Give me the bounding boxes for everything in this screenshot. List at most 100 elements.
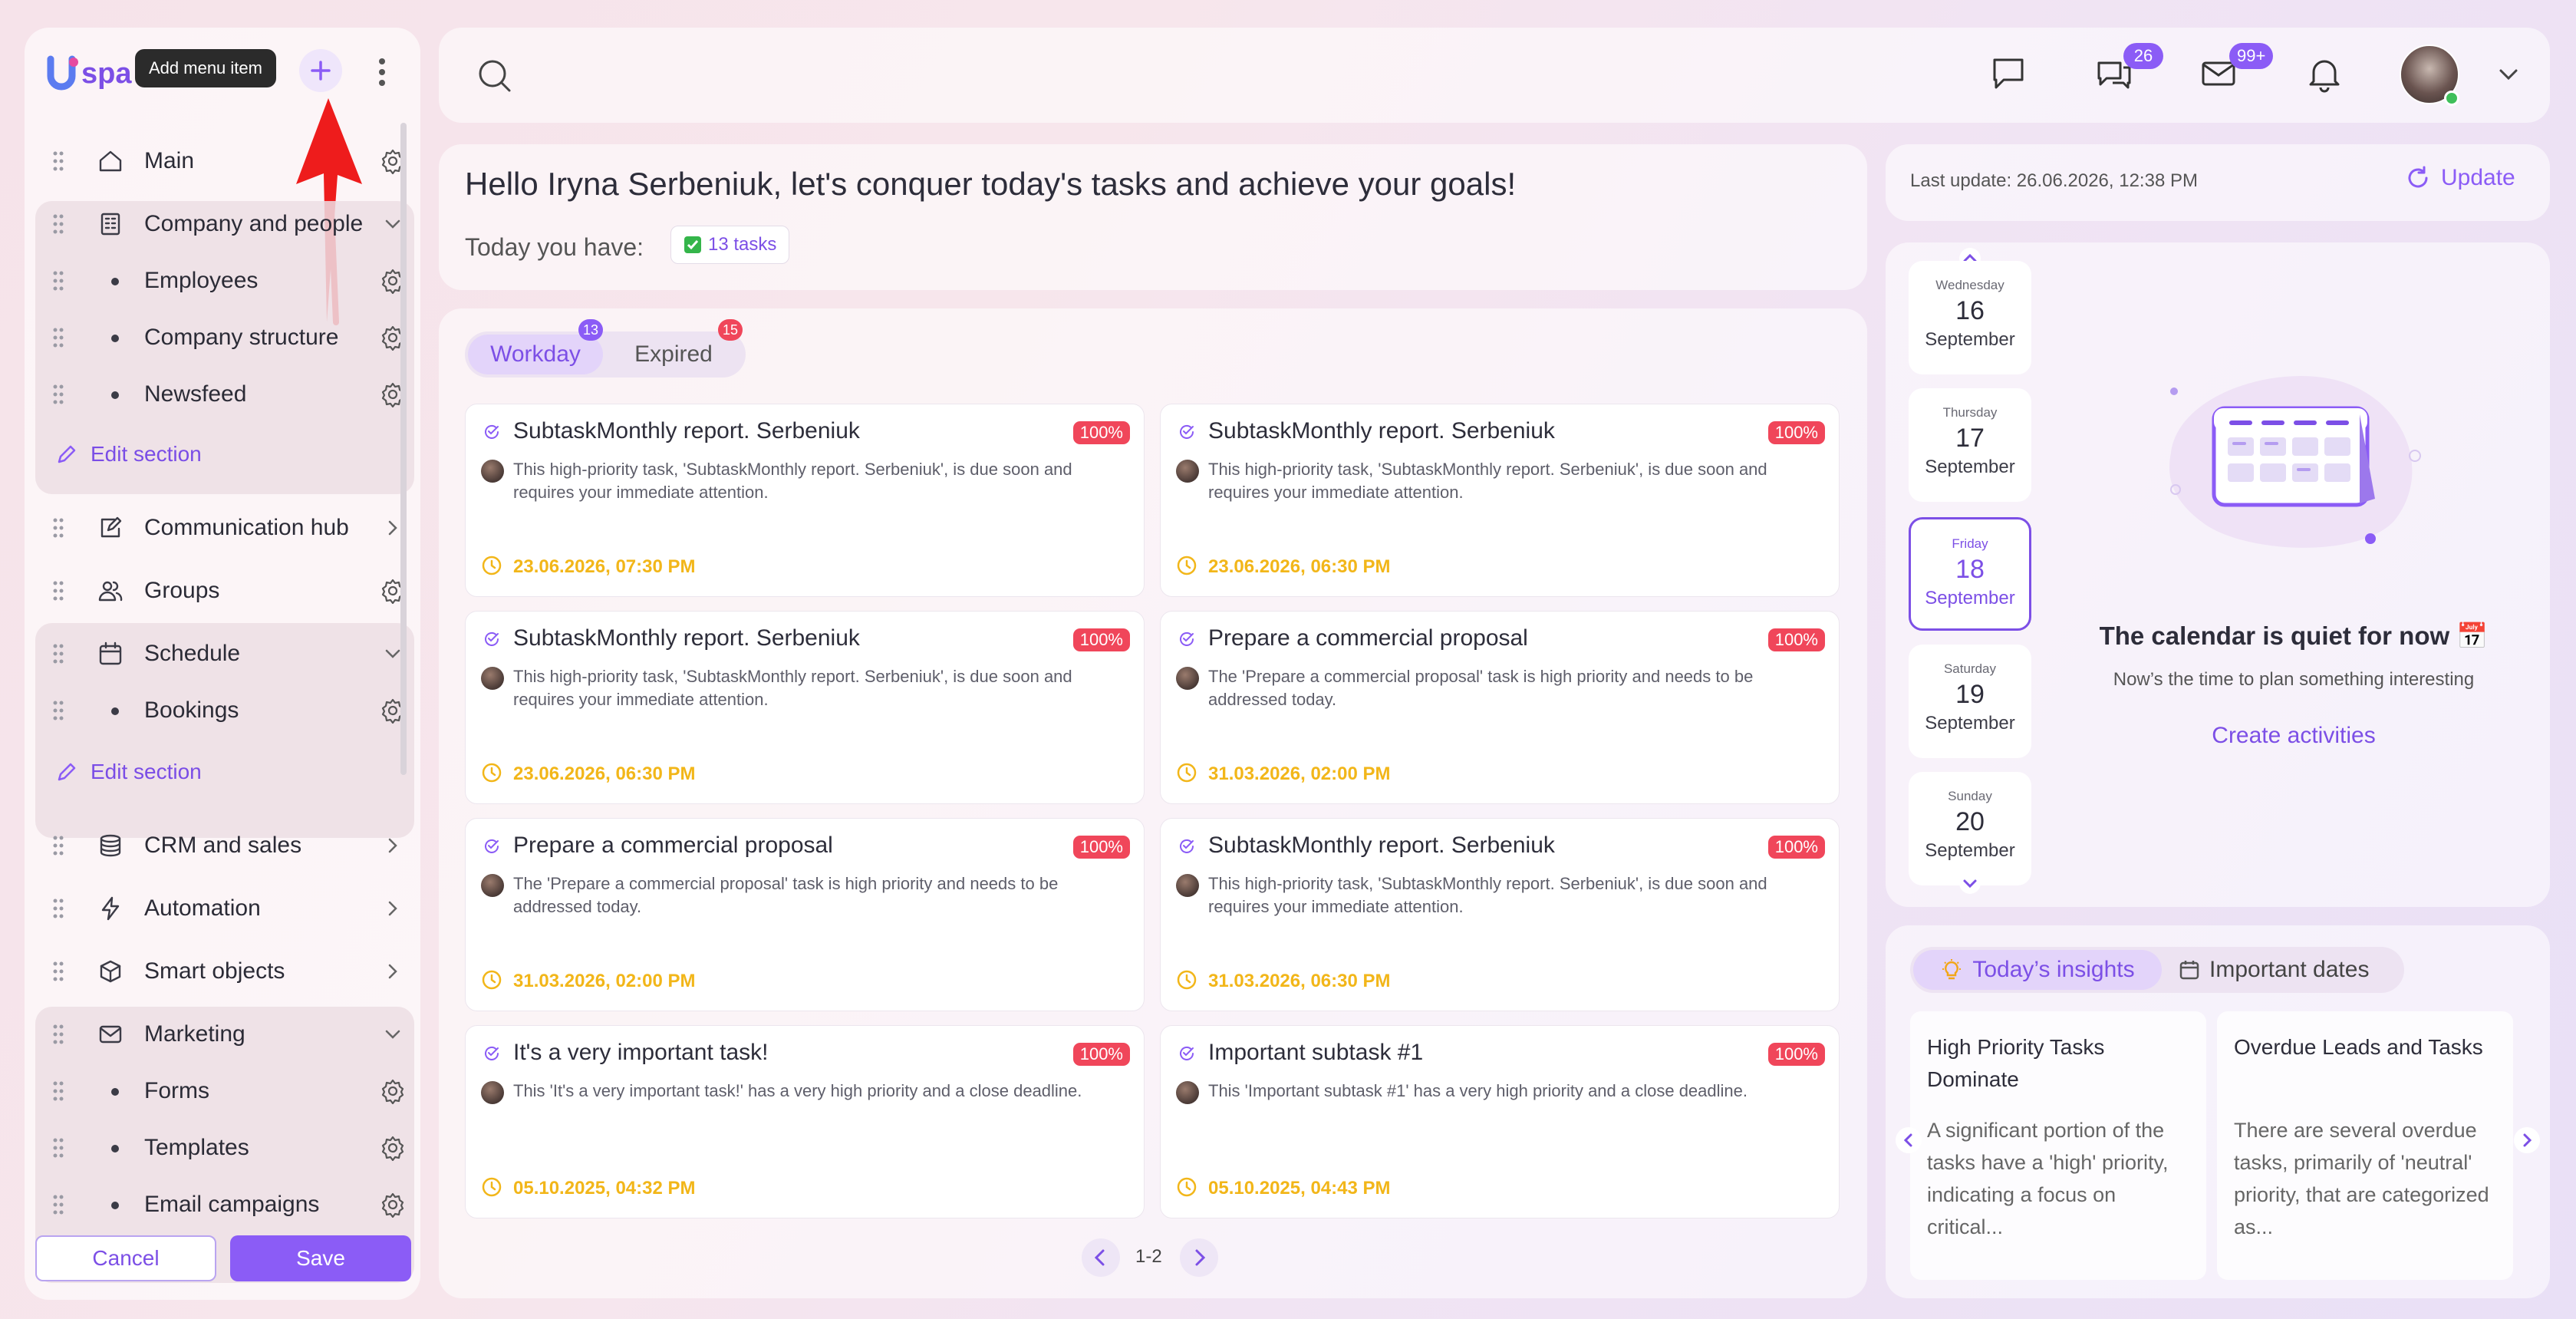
insight-card[interactable]: High Priority Tasks Dominate A significa… xyxy=(1910,1011,2206,1280)
edit-section-schedule[interactable]: Edit section xyxy=(55,760,202,784)
lightbulb-icon xyxy=(1942,959,1962,980)
assignee-avatar xyxy=(1176,874,1199,897)
task-card[interactable]: SubtaskMonthly report. Serbeniuk 100% Th… xyxy=(1160,404,1840,597)
drag-handle-icon xyxy=(53,1081,64,1101)
update-button[interactable]: Update xyxy=(2404,164,2515,192)
task-deadline: 23.06.2026, 06:30 PM xyxy=(1208,556,1391,577)
drag-handle[interactable] xyxy=(51,326,65,349)
drag-handle[interactable] xyxy=(51,579,65,602)
drag-handle-icon xyxy=(53,961,64,981)
edit-section-label: Edit section xyxy=(91,442,202,466)
sidebar-item-newsfeed[interactable]: Newsfeed xyxy=(36,363,412,426)
sidebar-item-label: Forms xyxy=(144,1078,209,1103)
sidebar-scrollbar[interactable] xyxy=(400,123,407,775)
notifications-button[interactable] xyxy=(2304,54,2344,97)
bullet-dot xyxy=(111,707,119,715)
chevron-down-icon xyxy=(2499,69,2518,81)
more-options-button[interactable] xyxy=(368,51,396,94)
sidebar-item-crm-and-sales[interactable]: CRM and sales xyxy=(36,814,412,877)
drag-handle[interactable] xyxy=(51,1193,65,1216)
insights-next-button[interactable] xyxy=(2513,1126,2541,1158)
cancel-button[interactable]: Cancel xyxy=(35,1235,216,1281)
drag-handle[interactable] xyxy=(51,150,65,173)
insight-card[interactable]: Overdue Leads and Tasks There are severa… xyxy=(2217,1011,2513,1280)
sidebar-item-smart-objects[interactable]: Smart objects xyxy=(36,940,412,1003)
sidebar-item-email-campaigns[interactable]: Email campaigns xyxy=(36,1173,412,1236)
sidebar-item-bookings[interactable]: Bookings xyxy=(36,679,412,742)
drag-handle[interactable] xyxy=(51,516,65,539)
task-card[interactable]: Important subtask #1 100% This 'Importan… xyxy=(1160,1025,1840,1218)
task-description: The 'Prepare a commercial proposal' task… xyxy=(513,874,1059,916)
drag-handle-icon xyxy=(53,214,64,234)
sidebar-item-schedule[interactable]: Schedule xyxy=(36,622,412,685)
item-settings-button[interactable] xyxy=(380,1192,406,1218)
tab-workday[interactable]: Workday xyxy=(468,335,603,374)
drag-handle[interactable] xyxy=(51,960,65,983)
messages-button[interactable] xyxy=(1988,54,2028,97)
task-card[interactable]: SubtaskMonthly report. Serbeniuk 100% Th… xyxy=(465,404,1145,597)
drag-handle[interactable] xyxy=(51,834,65,857)
sidebar-item-automation[interactable]: Automation xyxy=(36,877,412,940)
next-page-button[interactable] xyxy=(1180,1238,1218,1277)
sidebar-item-communication-hub[interactable]: Communication hub xyxy=(36,496,412,559)
sidebar-item-icon xyxy=(97,515,124,541)
sidebar-item-groups[interactable]: Groups xyxy=(36,559,412,622)
create-activities-link[interactable]: Create activities xyxy=(2071,723,2516,749)
task-title: It's a very important task! xyxy=(513,1040,769,1065)
drag-handle[interactable] xyxy=(51,269,65,292)
tab-todays-insights[interactable]: Today’s insights xyxy=(1913,950,2162,990)
task-card[interactable]: Prepare a commercial proposal 100% The '… xyxy=(1160,611,1840,804)
sidebar-item-templates[interactable]: Templates xyxy=(36,1116,412,1179)
refresh-icon xyxy=(2408,166,2428,188)
sidebar-item-label: Smart objects xyxy=(144,958,285,984)
expand-toggle[interactable] xyxy=(380,895,406,922)
sidebar-item-company[interactable]: Company and people xyxy=(36,193,412,256)
prev-page-button[interactable] xyxy=(1082,1238,1120,1277)
drag-handle[interactable] xyxy=(51,897,65,920)
drag-handle[interactable] xyxy=(51,1080,65,1103)
drag-handle[interactable] xyxy=(51,383,65,406)
sidebar-item-employees[interactable]: Employees xyxy=(36,249,412,312)
sidebar-item-main[interactable]: Main xyxy=(36,130,412,193)
tasks-panel: Workday 13 Expired 15 SubtaskMonthly rep… xyxy=(439,308,1867,1298)
task-card[interactable]: SubtaskMonthly report. Serbeniuk 100% Th… xyxy=(465,611,1145,804)
calendar-day[interactable]: Wednesday 16 September xyxy=(1909,261,2031,374)
sidebar-item-forms[interactable]: Forms xyxy=(36,1060,412,1123)
drag-handle[interactable] xyxy=(51,699,65,722)
profile-menu-button[interactable] xyxy=(2495,64,2522,90)
insights-prev-button[interactable] xyxy=(1895,1126,1922,1158)
sidebar-item-company-structure[interactable]: Company structure xyxy=(36,306,412,369)
sidebar-item-marketing[interactable]: Marketing xyxy=(36,1003,412,1066)
drag-handle-icon xyxy=(53,836,64,856)
calendar-day[interactable]: Saturday 19 September xyxy=(1909,645,2031,758)
drag-handle[interactable] xyxy=(51,1136,65,1159)
add-menu-item-button[interactable] xyxy=(299,49,342,92)
tasks-chip[interactable]: 13 tasks xyxy=(670,226,790,264)
drag-handle-icon xyxy=(53,1024,64,1044)
task-card[interactable]: SubtaskMonthly report. Serbeniuk 100% Th… xyxy=(1160,818,1840,1011)
tab-expired[interactable]: Expired xyxy=(612,335,735,374)
drag-handle-icon xyxy=(53,581,64,601)
search-button[interactable] xyxy=(476,57,514,99)
tab-important-dates[interactable]: Important dates xyxy=(2179,950,2401,990)
edit-section-company[interactable]: Edit section xyxy=(55,442,202,467)
mail-icon xyxy=(99,1025,122,1044)
task-card[interactable]: It's a very important task! 100% This 'I… xyxy=(465,1025,1145,1218)
days-scroll-down[interactable] xyxy=(1956,872,1984,899)
expand-toggle[interactable] xyxy=(380,1021,406,1047)
drag-handle[interactable] xyxy=(51,1023,65,1046)
drag-handle[interactable] xyxy=(51,642,65,665)
calendar-day[interactable]: Thursday 17 September xyxy=(1909,388,2031,502)
calendar-day[interactable]: Friday 18 September xyxy=(1909,517,2031,631)
task-card[interactable]: Prepare a commercial proposal 100% The '… xyxy=(465,818,1145,1011)
task-deadline: 31.03.2026, 02:00 PM xyxy=(513,971,696,991)
expand-toggle[interactable] xyxy=(380,958,406,984)
task-check-icon xyxy=(483,423,501,441)
item-settings-button[interactable] xyxy=(380,1135,406,1162)
item-settings-button[interactable] xyxy=(380,1078,406,1105)
save-button[interactable]: Save xyxy=(230,1235,411,1281)
task-progress-badge: 100% xyxy=(1072,836,1130,859)
calendar-day[interactable]: Sunday 20 September xyxy=(1909,772,2031,885)
drag-handle[interactable] xyxy=(51,213,65,236)
expand-toggle[interactable] xyxy=(380,833,406,859)
